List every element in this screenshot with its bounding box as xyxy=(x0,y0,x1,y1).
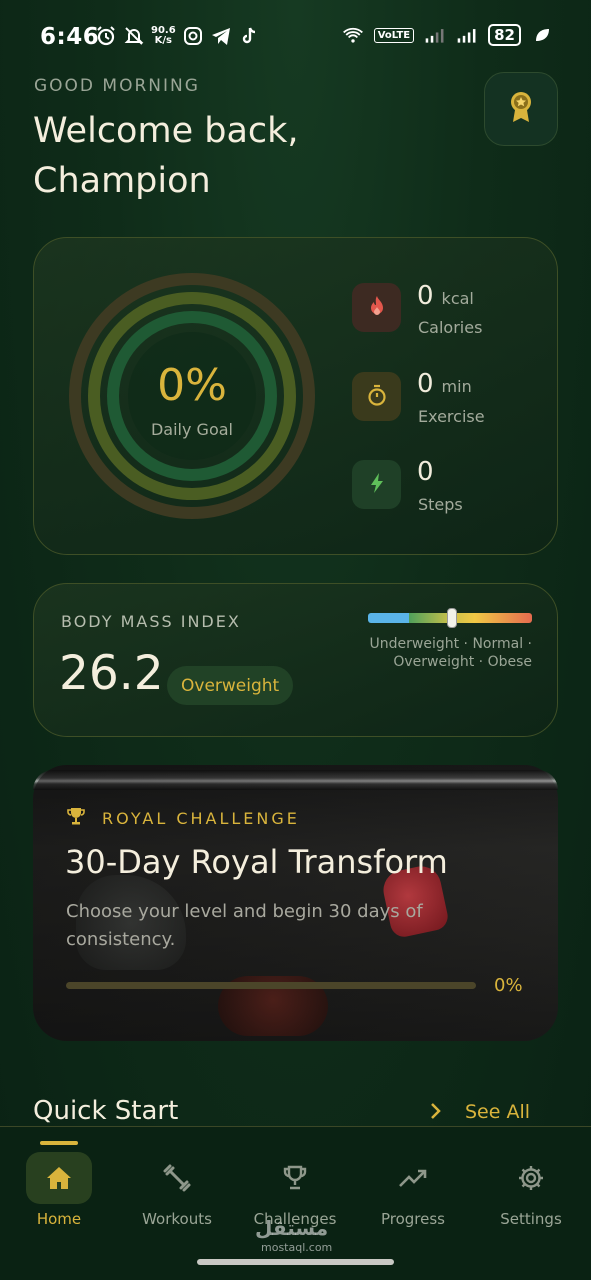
bmi-value: 26.2 xyxy=(59,646,164,701)
greeting-text: GOOD MORNING xyxy=(34,76,200,96)
daily-goal-percent: 0% xyxy=(157,360,227,411)
nav-item-progress[interactable]: Progress xyxy=(358,1152,468,1228)
nav-item-settings[interactable]: Settings xyxy=(476,1152,586,1228)
instagram-icon xyxy=(182,25,204,47)
nav-item-workouts[interactable]: Workouts xyxy=(122,1152,232,1228)
home-icon xyxy=(26,1152,92,1204)
steps-label: Steps xyxy=(418,495,463,514)
leaf-icon xyxy=(531,24,553,46)
calories-unit: kcal xyxy=(441,289,474,308)
exercise-label: Exercise xyxy=(418,407,485,426)
dumbbell-icon xyxy=(144,1152,210,1204)
trophy-nav-icon xyxy=(262,1152,328,1204)
status-bar: 6:46 90.6 K/s VoLTE 82 xyxy=(0,0,591,72)
daily-goal-label: Daily Goal xyxy=(150,420,233,439)
status-time: 6:46 xyxy=(40,24,100,50)
tiktok-icon xyxy=(238,25,260,47)
exercise-value: 0 xyxy=(417,369,434,399)
calories-icon-box xyxy=(352,283,401,332)
award-medal-icon xyxy=(507,90,535,128)
gear-icon xyxy=(498,1152,564,1204)
bolt-icon xyxy=(369,472,385,498)
calories-label: Calories xyxy=(418,318,483,337)
achievements-button[interactable] xyxy=(484,72,558,146)
battery-indicator: 82 xyxy=(488,24,521,46)
see-all-link[interactable]: See All xyxy=(465,1101,530,1123)
status-right-icons: VoLTE 82 xyxy=(342,24,553,46)
nav-item-home[interactable]: Home xyxy=(4,1152,114,1228)
home-gesture-bar[interactable] xyxy=(197,1259,394,1265)
steps-icon-box xyxy=(352,460,401,509)
stopwatch-icon xyxy=(367,384,387,410)
wifi-icon xyxy=(342,24,364,46)
trending-up-icon xyxy=(380,1152,446,1204)
mute-notifications-icon xyxy=(123,25,145,47)
trophy-icon xyxy=(66,806,86,830)
signal-2-icon xyxy=(456,24,478,46)
challenge-tag: ROYAL CHALLENGE xyxy=(66,806,300,830)
welcome-title: Welcome back, Champion xyxy=(33,111,299,201)
telegram-icon xyxy=(210,25,232,47)
exercise-stat: 0 min xyxy=(417,369,472,399)
challenge-title: 30-Day Royal Transform xyxy=(65,843,448,881)
alarm-icon xyxy=(95,25,117,47)
status-left-icons: 90.6 K/s xyxy=(95,25,260,47)
steps-stat: 0 xyxy=(417,457,434,487)
bmi-title: BODY MASS INDEX xyxy=(61,612,241,631)
nav-active-indicator xyxy=(40,1141,78,1145)
challenge-description: Choose your level and begin 30 days of c… xyxy=(66,901,423,950)
quick-start-title: Quick Start xyxy=(33,1096,179,1126)
challenge-progress-bar xyxy=(66,982,476,989)
exercise-unit: min xyxy=(441,377,472,396)
calories-value: 0 xyxy=(417,281,434,311)
bmi-category-badge: Overweight xyxy=(167,666,294,705)
volte-badge: VoLTE xyxy=(373,27,415,43)
network-speed: 90.6 K/s xyxy=(151,25,176,46)
steps-value: 0 xyxy=(417,457,434,487)
watermark-url: mostaql.com xyxy=(261,1241,333,1254)
fire-icon xyxy=(368,295,386,321)
signal-1-icon xyxy=(424,24,446,46)
exercise-icon-box xyxy=(352,372,401,421)
challenge-progress-percent: 0% xyxy=(494,975,523,996)
bmi-legend: Underweight · Normal · Overweight · Obes… xyxy=(369,636,532,670)
chevron-right-icon[interactable] xyxy=(430,1101,442,1125)
watermark-logo: مستقل xyxy=(255,1216,329,1240)
bmi-scale-marker xyxy=(447,608,457,628)
calories-stat: 0 kcal xyxy=(417,281,474,311)
